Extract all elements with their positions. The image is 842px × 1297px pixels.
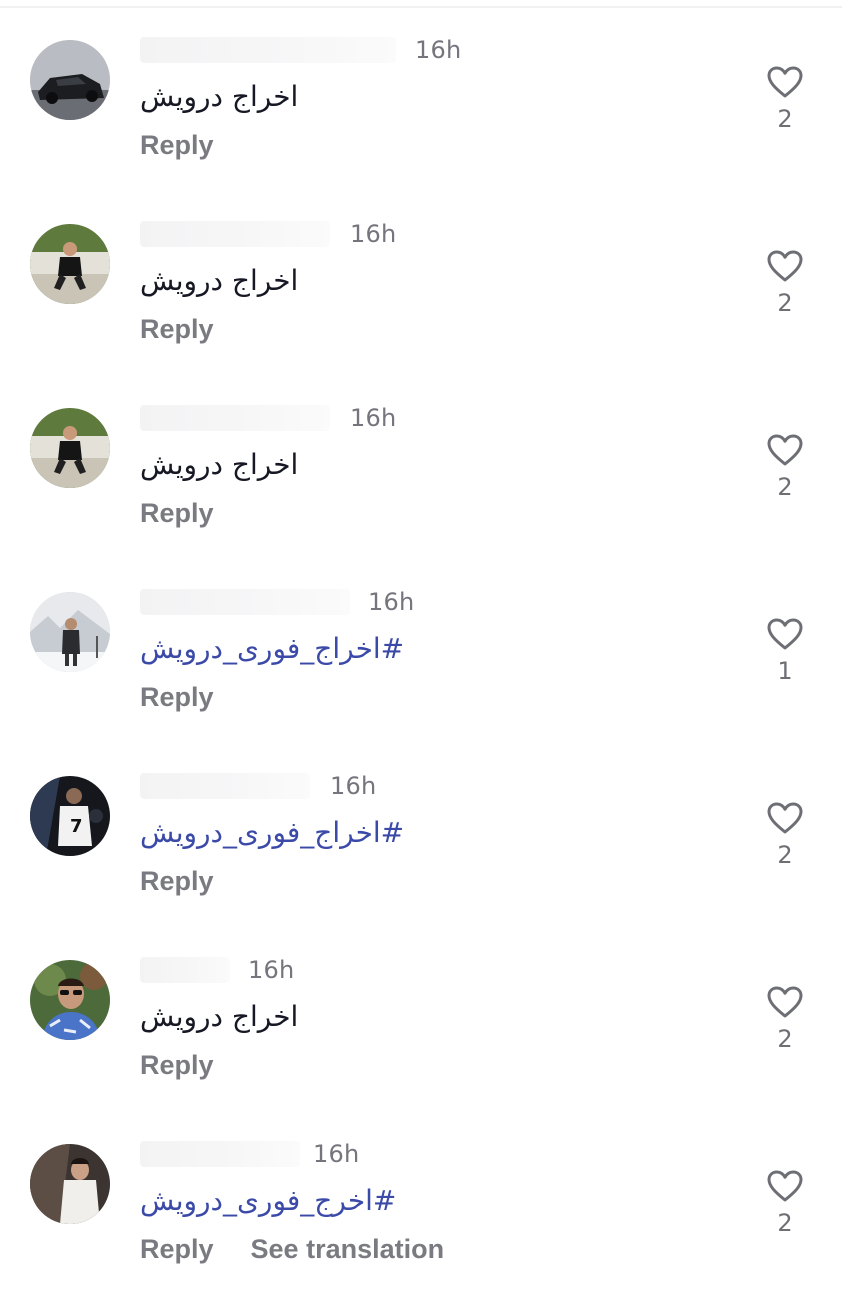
- heart-outline-icon[interactable]: [766, 985, 804, 1019]
- hashtag-link[interactable]: #اخراج_فوری_درویش: [140, 631, 404, 667]
- like-area: 2: [760, 985, 810, 1053]
- comment-text: اخراج درویش: [140, 264, 299, 297]
- comment-text: اخراج درویش: [140, 80, 299, 113]
- like-area: 2: [760, 65, 810, 133]
- heart-outline-icon[interactable]: [766, 801, 804, 835]
- reply-button[interactable]: Reply: [140, 130, 214, 161]
- top-divider: [0, 6, 842, 8]
- like-area: 1: [760, 617, 810, 685]
- reply-button[interactable]: Reply: [140, 682, 214, 713]
- avatar[interactable]: [30, 224, 110, 304]
- comment-text: اخراج درویش: [140, 1000, 299, 1033]
- avatar[interactable]: [30, 408, 110, 488]
- heart-outline-icon[interactable]: [766, 617, 804, 651]
- username-placeholder[interactable]: [140, 37, 396, 63]
- heart-outline-icon[interactable]: [766, 249, 804, 283]
- reply-button[interactable]: Reply: [140, 498, 214, 529]
- timestamp: 16h: [415, 36, 462, 64]
- comment-item: 16h اخراج درویش Reply 2: [0, 377, 842, 561]
- like-count: 2: [777, 289, 793, 317]
- username-placeholder[interactable]: [140, 221, 330, 247]
- timestamp: 16h: [248, 956, 295, 984]
- see-translation-button[interactable]: See translation: [251, 1234, 445, 1265]
- svg-text:7: 7: [70, 816, 83, 837]
- hashtag-link[interactable]: #اخراج_فوری_درویش: [140, 815, 404, 851]
- avatar[interactable]: 7: [30, 776, 110, 856]
- comment-item: 16h #اخرج_فوری_درویش Reply See translati…: [0, 1113, 842, 1297]
- comment-item: 16h اخراج درویش Reply 2: [0, 9, 842, 193]
- heart-outline-icon[interactable]: [766, 65, 804, 99]
- avatar[interactable]: [30, 592, 110, 672]
- reply-button[interactable]: Reply: [140, 1234, 214, 1265]
- avatar[interactable]: [30, 960, 110, 1040]
- avatar[interactable]: [30, 1144, 110, 1224]
- hashtag-link[interactable]: #اخرج_فوری_درویش: [140, 1183, 396, 1219]
- comment-item: 16h اخراج درویش Reply 2: [0, 929, 842, 1113]
- like-count: 2: [777, 841, 793, 869]
- comment-text: اخراج درویش: [140, 448, 299, 481]
- reply-button[interactable]: Reply: [140, 314, 214, 345]
- avatar[interactable]: [30, 40, 110, 120]
- reply-button[interactable]: Reply: [140, 866, 214, 897]
- like-count: 2: [777, 105, 793, 133]
- like-area: 2: [760, 801, 810, 869]
- timestamp: 16h: [368, 588, 415, 616]
- username-placeholder[interactable]: [140, 1141, 300, 1167]
- username-placeholder[interactable]: [140, 957, 230, 983]
- username-placeholder[interactable]: [140, 589, 350, 615]
- like-count: 2: [777, 473, 793, 501]
- comment-item: 16h #اخراج_فوری_درویش Reply 1: [0, 561, 842, 745]
- heart-outline-icon[interactable]: [766, 433, 804, 467]
- username-placeholder[interactable]: [140, 405, 330, 431]
- like-area: 2: [760, 1169, 810, 1237]
- username-placeholder[interactable]: [140, 773, 310, 799]
- timestamp: 16h: [350, 220, 397, 248]
- like-area: 2: [760, 433, 810, 501]
- comment-item: 7 16h #اخراج_فوری_درویش Reply 2: [0, 745, 842, 929]
- timestamp: 16h: [350, 404, 397, 432]
- like-count: 2: [777, 1209, 793, 1237]
- timestamp: 16h: [313, 1140, 360, 1168]
- like-area: 2: [760, 249, 810, 317]
- heart-outline-icon[interactable]: [766, 1169, 804, 1203]
- reply-button[interactable]: Reply: [140, 1050, 214, 1081]
- like-count: 1: [777, 657, 793, 685]
- comment-item: 16h اخراج درویش Reply 2: [0, 193, 842, 377]
- like-count: 2: [777, 1025, 793, 1053]
- timestamp: 16h: [330, 772, 377, 800]
